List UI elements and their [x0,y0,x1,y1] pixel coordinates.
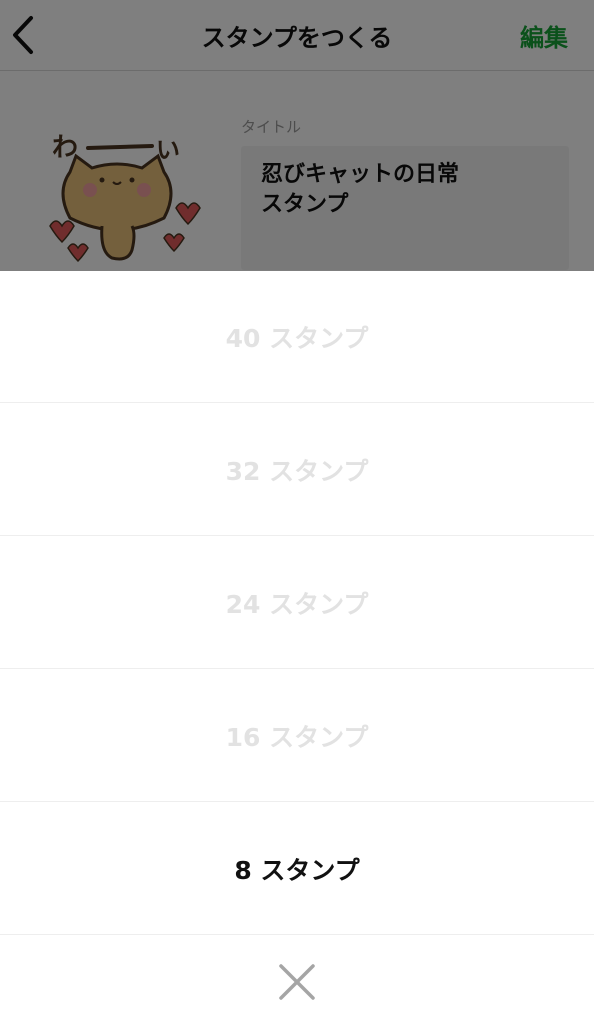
close-button[interactable] [277,962,317,1002]
option-16-stamps: 16 スタンプ [0,670,594,802]
option-8-stamps[interactable]: 8 スタンプ [0,803,594,935]
close-icon [279,964,315,1000]
option-24-stamps: 24 スタンプ [0,537,594,669]
option-32-stamps: 32 スタンプ [0,404,594,536]
option-40-stamps: 40 スタンプ [0,271,594,403]
stamp-count-action-sheet: 40 スタンプ 32 スタンプ 24 スタンプ 16 スタンプ 8 スタンプ [0,271,594,1025]
